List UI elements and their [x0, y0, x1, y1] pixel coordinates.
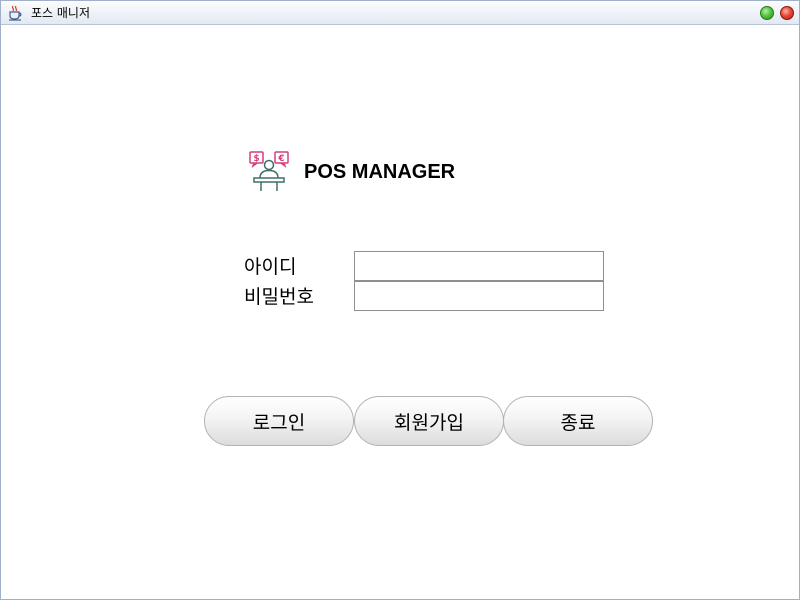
exit-button[interactable]: 종료 — [503, 396, 653, 446]
window-close-icon[interactable] — [780, 6, 794, 20]
window-title: 포스 매니저 — [31, 6, 91, 20]
app-window: 포스 매니저 $ € POS MANAGER 아이디 비밀번호 로그인 회원가입… — [0, 0, 800, 600]
password-label: 비밀번호 — [244, 286, 314, 308]
java-cup-icon[interactable] — [7, 5, 23, 21]
svg-text:€: € — [277, 154, 284, 164]
app-name: POS MANAGER — [304, 161, 456, 183]
svg-text:$: $ — [253, 154, 259, 164]
cashier-icon: $ € — [249, 151, 289, 191]
login-button[interactable]: 로그인 — [204, 396, 354, 446]
window-minimize-icon[interactable] — [760, 6, 774, 20]
title-bar[interactable]: 포스 매니저 — [1, 1, 799, 25]
signup-button[interactable]: 회원가입 — [354, 396, 504, 446]
password-input[interactable] — [354, 281, 604, 311]
id-label: 아이디 — [244, 256, 297, 278]
id-input[interactable] — [354, 251, 604, 281]
